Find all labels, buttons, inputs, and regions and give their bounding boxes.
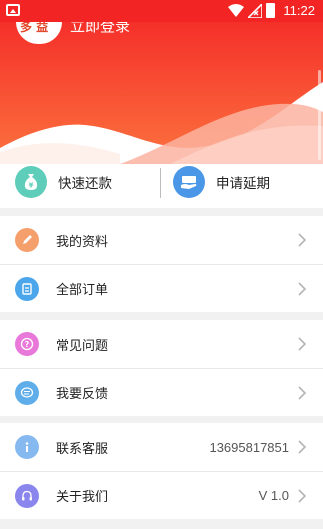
header-background (0, 22, 323, 164)
profile-header: 多 益 立即登录 (0, 22, 323, 164)
menu-group-contact: 联系客服 13695817851 关于我们 V 1.0 (0, 423, 323, 519)
quick-repay-button[interactable]: ¥ 快速还款 (15, 164, 112, 200)
extension-button[interactable]: 申请延期 (173, 164, 270, 200)
menu-item-faq[interactable]: ? 常见问题 (0, 320, 323, 368)
menu-item-label: 全部订单 (56, 283, 109, 298)
clipboard-icon (15, 277, 39, 301)
chevron-right-icon (298, 440, 307, 454)
headset-icon (15, 484, 39, 508)
menu-item-label: 我要反馈 (56, 387, 109, 402)
menu-group-help: ? 常见问题 我要反馈 (0, 320, 323, 416)
extension-label: 申请延期 (216, 176, 270, 192)
status-bar: 11:22 (0, 0, 323, 22)
quick-repay-label: 快速还款 (58, 176, 112, 192)
service-phone-number: 13695817851 (209, 439, 289, 455)
chevron-right-icon (298, 386, 307, 400)
battery-icon (266, 3, 275, 18)
menu-item-feedback[interactable]: 我要反馈 (0, 368, 323, 416)
menu-item-all-orders[interactable]: 全部订单 (0, 264, 323, 312)
money-bag-icon: ¥ (15, 166, 47, 198)
menu-group-account: 我的资料 全部订单 (0, 216, 323, 312)
app-version: V 1.0 (258, 488, 289, 503)
clock: 11:22 (283, 3, 315, 18)
wifi-icon (228, 4, 244, 17)
chat-bubble-icon (15, 381, 39, 405)
svg-text:?: ? (25, 340, 30, 349)
menu-item-label: 联系客服 (56, 441, 109, 457)
menu-item-customer-service[interactable]: 联系客服 13695817851 (0, 423, 323, 471)
avatar-logo-icon: 多 益 (20, 22, 49, 34)
login-link[interactable]: 立即登录 (70, 22, 130, 36)
chevron-right-icon (298, 489, 307, 503)
menu-item-label: 常见问题 (56, 338, 109, 354)
chevron-right-icon (298, 337, 307, 351)
menu-item-my-profile[interactable]: 我的资料 (0, 216, 323, 264)
no-signal-icon (248, 4, 262, 18)
question-icon: ? (15, 332, 39, 356)
menu-item-label: 我的资料 (56, 234, 109, 250)
chevron-right-icon (298, 233, 307, 247)
pencil-icon (15, 228, 39, 252)
info-icon (15, 435, 39, 459)
calendar-hand-icon (173, 166, 205, 198)
menu-item-about-us[interactable]: 关于我们 V 1.0 (0, 471, 323, 519)
chevron-right-icon (298, 282, 307, 296)
svg-text:¥: ¥ (29, 182, 34, 190)
quick-actions: ¥ 快速还款 申请延期 (0, 164, 323, 208)
quick-divider (160, 168, 161, 198)
menu-item-label: 关于我们 (56, 490, 109, 505)
gallery-icon (6, 4, 20, 16)
scrollbar[interactable] (318, 70, 321, 160)
